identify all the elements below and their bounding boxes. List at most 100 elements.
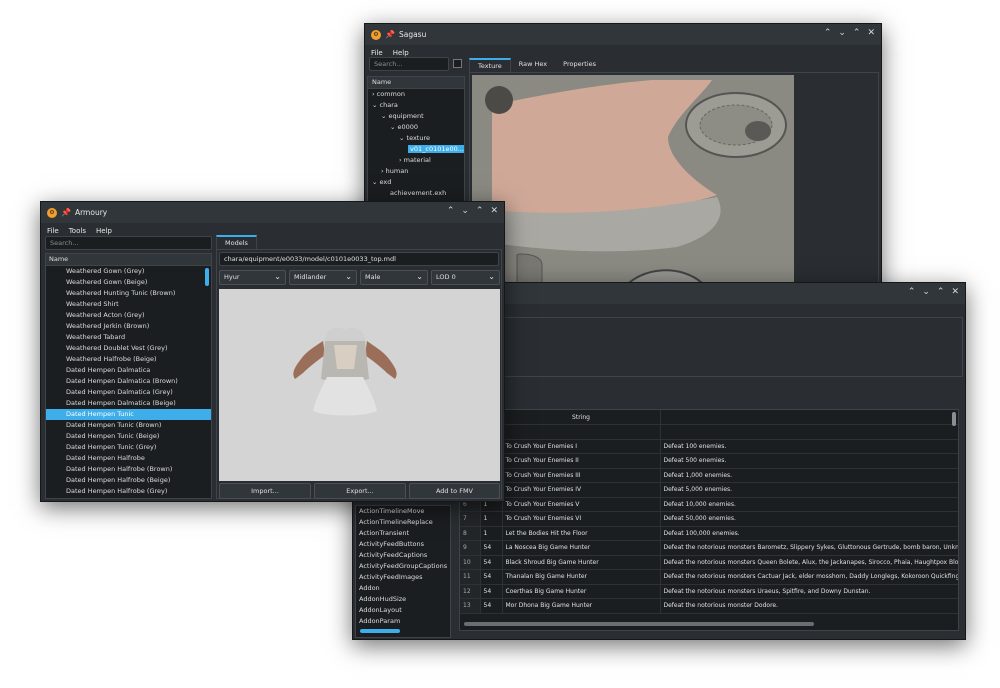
sheet-item[interactable]: ActionTimelineReplace [356, 517, 450, 528]
list-item[interactable]: Weathered Shirt [46, 299, 211, 310]
tree-node-achievement[interactable]: achievement.exh [368, 188, 464, 199]
tab-raw-hex[interactable]: Raw Hex [511, 58, 555, 72]
tree-node-human[interactable]: › human [368, 166, 464, 177]
table-row[interactable]: To Crush Your Enemies III Defeat 1,000 en… [460, 468, 958, 483]
vertical-scrollbar[interactable] [205, 268, 209, 286]
sheet-item[interactable]: ActivityFeedButtons [356, 539, 450, 550]
chevron-down-icon: ⌄ [345, 272, 352, 281]
sheet-item[interactable]: AddonLayout [356, 605, 450, 616]
table-row[interactable]: 7 1 To Crush Your Enemies VI Defeat 50,000 … [460, 511, 958, 527]
close-icon[interactable]: ✕ [951, 287, 959, 297]
list-item[interactable]: Dated Hempen Tunic (Grey) [46, 442, 211, 453]
maximize-icon[interactable]: ⌃ [937, 287, 945, 297]
sheet-item[interactable]: ActivityFeedCaptions [356, 550, 450, 561]
import-button[interactable]: Import... [219, 483, 311, 499]
close-icon[interactable]: ✕ [867, 28, 875, 38]
list-item[interactable]: Weathered Jerkin (Brown) [46, 321, 211, 332]
filter-checkbox[interactable] [453, 59, 462, 68]
gender-select[interactable]: Male ⌄ [360, 270, 428, 285]
list-item[interactable]: Weathered Gown (Beige) [46, 277, 211, 288]
menu-file[interactable]: File [371, 49, 383, 57]
menu-file[interactable]: File [47, 227, 59, 235]
table-row[interactable]: 8 1 Let the Bodies Hit the Floor Defeat 100… [460, 526, 958, 541]
sheet-item[interactable]: ActivityFeedImages [356, 572, 450, 583]
tab-properties[interactable]: Properties [555, 58, 604, 72]
sheet-item[interactable]: Addon [356, 583, 450, 594]
tree-node-texture[interactable]: ⌄ texture [368, 133, 464, 144]
tree-node-exd[interactable]: ⌄ exd [368, 177, 464, 188]
list-item[interactable]: Weathered Doublet Vest (Grey) [46, 343, 211, 354]
minimize-icon[interactable]: ⌄ [461, 206, 469, 216]
menu-tools[interactable]: Tools [69, 227, 86, 235]
menu-help[interactable]: Help [96, 227, 112, 235]
tree-node-equipment[interactable]: ⌄ equipment [368, 111, 464, 122]
table-row[interactable]: 11 54 Thanalan Big Game Hunter Defeat the n… [460, 569, 958, 585]
table-row[interactable]: 10 54 Black Shroud Big Game Hunter Defeat t… [460, 555, 958, 570]
tree-node-e0000[interactable]: ⌄ e0000 [368, 122, 464, 133]
sheet-item[interactable]: AddonParam [356, 616, 450, 627]
pin-icon[interactable]: 📌 [385, 30, 395, 39]
list-item[interactable]: Dated Hempen Dalmatica (Grey) [46, 387, 211, 398]
table-row[interactable]: 6 1 To Crush Your Enemies V Defeat 10,000 e… [460, 497, 958, 512]
tree-node-common[interactable]: › common [368, 89, 464, 100]
chevron-down-icon: ⌄ [488, 272, 495, 281]
list-item[interactable]: Dated Hempen Tunic (Brown) [46, 420, 211, 431]
model-viewport[interactable] [219, 289, 500, 481]
sheet-item[interactable]: AddonHudSize [356, 594, 450, 605]
maximize-icon[interactable]: ⌃ [476, 206, 484, 216]
table-row[interactable]: To Crush Your Enemies I Defeat 100 enemie… [460, 439, 958, 454]
list-item[interactable]: Dated Hempen Dalmatica (Beige) [46, 398, 211, 409]
list-item[interactable]: Dated Hempen Dalmatica (Brown) [46, 376, 211, 387]
keep-above-icon[interactable]: ⌃ [824, 28, 832, 38]
menu-help[interactable]: Help [393, 49, 409, 57]
minimize-icon[interactable]: ⌄ [922, 287, 930, 297]
list-item[interactable]: Dated Hempen Halfrobe [46, 453, 211, 464]
tab-models[interactable]: Models [216, 235, 257, 249]
list-item[interactable]: Weathered Acton (Grey) [46, 310, 211, 321]
list-item[interactable]: Dated Hempen Halfrobe (Beige) [46, 475, 211, 486]
table-row[interactable]: To Crush Your Enemies II Defeat 500 enemi… [460, 453, 958, 469]
list-item[interactable]: Weathered Gown (Grey) [46, 266, 211, 277]
clan-select[interactable]: Midlander ⌄ [289, 270, 357, 285]
models-panel: chara/equipment/e0033/model/c0101e0033_t… [216, 249, 502, 499]
pin-icon[interactable]: 📌 [61, 208, 71, 217]
sheet-item[interactable]: ActionTimelineMove [356, 506, 450, 517]
table-row[interactable]: 12 54 Coerthas Big Game Hunter Defeat the n… [460, 584, 958, 599]
add-to-fmv-button[interactable]: Add to FMV [409, 483, 500, 499]
maximize-icon[interactable]: ⌃ [853, 28, 861, 38]
list-item[interactable]: Dated Hempen Halfrobe (Grey) [46, 486, 211, 497]
column-header-string[interactable]: String [502, 410, 661, 425]
model-preview [293, 327, 397, 416]
close-icon[interactable]: ✕ [490, 206, 498, 216]
keep-above-icon[interactable]: ⌃ [908, 287, 916, 297]
export-button[interactable]: Export... [314, 483, 406, 499]
tree-node-material[interactable]: › material [368, 155, 464, 166]
list-item[interactable]: Dated Hempen Tunic (Beige) [46, 431, 211, 442]
list-item[interactable]: Dated Hempen Tunic [46, 409, 211, 420]
list-item[interactable]: Weathered Halfrobe (Beige) [46, 354, 211, 365]
list-item[interactable]: Dated Hempen Halfrobe (Brown) [46, 464, 211, 475]
tab-texture[interactable]: Texture [469, 58, 511, 72]
model-path-field[interactable]: chara/equipment/e0033/model/c0101e0033_t… [219, 252, 499, 266]
list-item[interactable]: Weathered Tabard [46, 332, 211, 343]
search-input[interactable]: Search... [45, 236, 212, 250]
table-row[interactable]: 13 54 Mor Dhona Big Game Hunter Defeat the … [460, 598, 958, 614]
armoury-titlebar[interactable]: ⚙ 📌 Armoury ⌃ ⌄ ⌃ ✕ [41, 202, 504, 223]
race-select[interactable]: Hyur ⌄ [219, 270, 286, 285]
tree-node-texture-file[interactable]: v01_c0101e00... [408, 145, 464, 153]
minimize-icon[interactable]: ⌄ [838, 28, 846, 38]
vertical-scrollbar[interactable] [952, 412, 956, 426]
table-row[interactable]: 9 54 La Noscea Big Game Hunter Defeat the n… [460, 540, 958, 556]
list-item[interactable]: Weathered Hunting Tunic (Brown) [46, 288, 211, 299]
horizontal-scrollbar[interactable] [464, 622, 814, 626]
sheet-item[interactable]: ActivityFeedGroupCaptions [356, 561, 450, 572]
sheet-item[interactable]: ActionTransient [356, 528, 450, 539]
list-item[interactable]: Dated Hempen Dalmatica [46, 365, 211, 376]
keep-above-icon[interactable]: ⌃ [447, 206, 455, 216]
horizontal-scrollbar[interactable] [360, 629, 400, 633]
tree-node-chara[interactable]: ⌄ chara [368, 100, 464, 111]
search-input[interactable]: Search... [369, 57, 449, 71]
lod-select[interactable]: LOD 0 ⌄ [431, 270, 500, 285]
table-row[interactable]: To Crush Your Enemies IV Defeat 5,000 ene… [460, 482, 958, 498]
sagasu-titlebar[interactable]: ⚙ 📌 Sagasu ⌃ ⌄ ⌃ ✕ [365, 24, 881, 45]
